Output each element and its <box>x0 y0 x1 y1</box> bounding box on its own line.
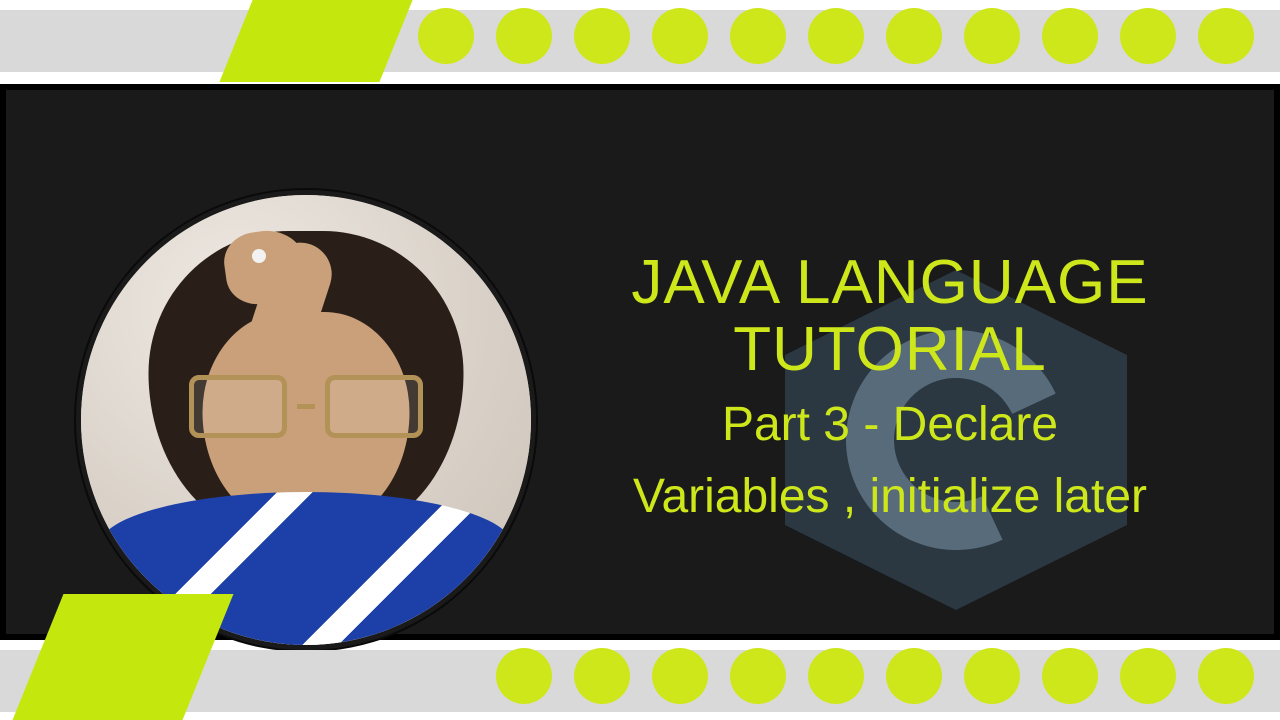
thumbnail-stage: JAVA LANGUAGE TUTORIAL Part 3 - Declare … <box>0 0 1280 720</box>
decor-dot <box>730 648 786 704</box>
presenter-portrait <box>76 190 536 650</box>
decor-dot <box>418 8 474 64</box>
decor-dot <box>1198 648 1254 704</box>
decor-dot <box>574 648 630 704</box>
decor-dot <box>730 8 786 64</box>
subtitle-line-2: Variables , initialize later <box>546 466 1234 528</box>
decor-dot <box>964 648 1020 704</box>
decor-dot <box>1198 8 1254 64</box>
decor-dot <box>1120 8 1176 64</box>
top-accent-parallelogram <box>219 0 412 82</box>
decor-dot <box>496 648 552 704</box>
decor-dot <box>496 8 552 64</box>
subtitle-line-1: Part 3 - Declare <box>546 394 1234 456</box>
decor-dot <box>808 648 864 704</box>
title-line-1: JAVA LANGUAGE <box>546 250 1234 317</box>
decor-dot <box>1042 648 1098 704</box>
main-black-band: JAVA LANGUAGE TUTORIAL Part 3 - Declare … <box>0 84 1280 640</box>
decor-dot <box>964 8 1020 64</box>
title-line-2: TUTORIAL <box>546 317 1234 384</box>
glasses-icon <box>189 375 423 438</box>
decor-dot <box>652 8 708 64</box>
decor-dot <box>1120 648 1176 704</box>
decor-dot <box>886 8 942 64</box>
decor-dot <box>1042 8 1098 64</box>
presenter-illustration <box>81 195 531 645</box>
decor-dot <box>808 8 864 64</box>
bottom-dots-row <box>496 648 1254 704</box>
decor-dot <box>652 648 708 704</box>
decor-dot <box>574 8 630 64</box>
decor-dot <box>886 648 942 704</box>
top-dots-row <box>418 8 1254 64</box>
title-block: JAVA LANGUAGE TUTORIAL Part 3 - Declare … <box>546 250 1234 529</box>
